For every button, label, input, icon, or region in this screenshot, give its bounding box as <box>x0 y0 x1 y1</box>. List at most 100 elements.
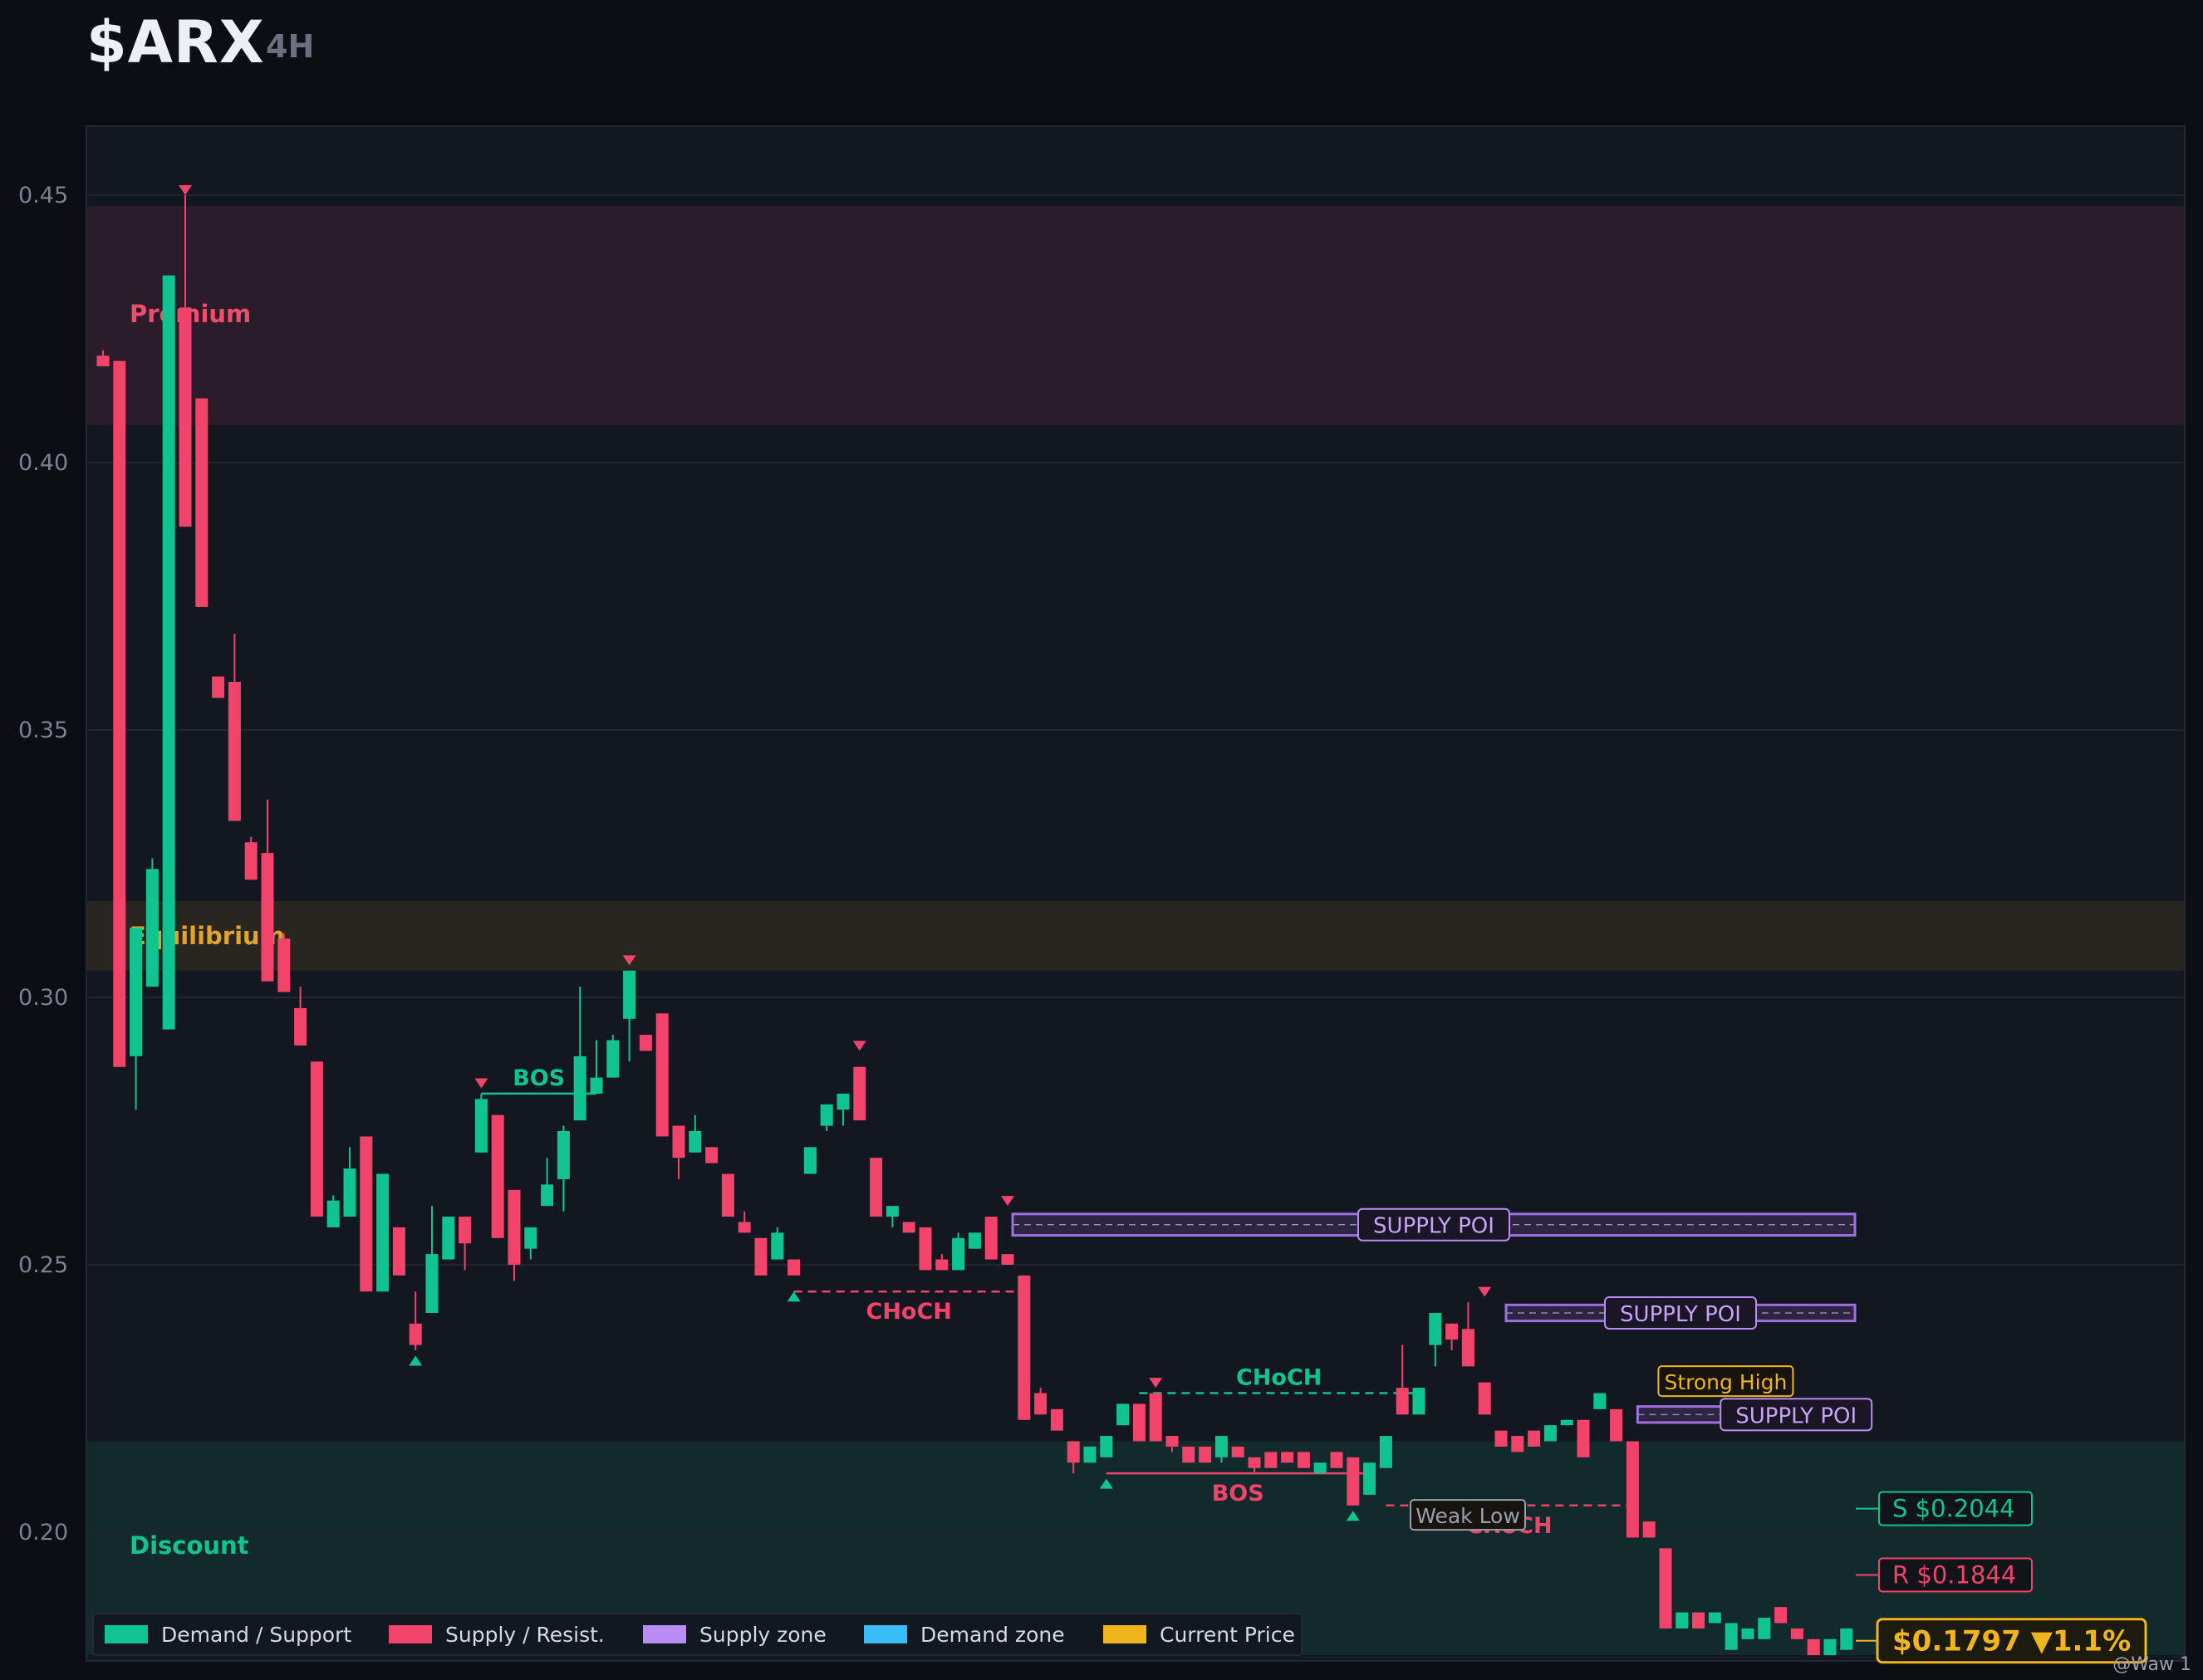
candle-body <box>803 1147 817 1174</box>
legend-label: Current Price <box>1160 1623 1295 1647</box>
candle-body <box>360 1136 373 1292</box>
structure-label-choch: CHoCH <box>1236 1365 1322 1391</box>
legend-swatch <box>643 1625 686 1643</box>
legend-label: Demand zone <box>920 1623 1065 1647</box>
candle-body <box>1659 1548 1672 1629</box>
candle-body <box>1790 1628 1803 1639</box>
legend-label: Demand / Support <box>161 1623 351 1647</box>
candlestick-chart: PremiumEquilibriumDiscount 0.200.250.300… <box>18 125 2186 1664</box>
y-tick-label: 0.35 <box>18 718 68 743</box>
candle-body <box>1297 1452 1310 1468</box>
candle-body <box>606 1040 620 1078</box>
candle-body <box>754 1237 768 1276</box>
candle-body <box>573 1056 586 1121</box>
candle-body <box>425 1254 439 1313</box>
candle-body <box>1741 1628 1754 1639</box>
candle-body <box>1149 1393 1162 1442</box>
candle-body <box>672 1125 685 1158</box>
candle-body <box>1725 1623 1738 1650</box>
candle-body <box>474 1099 488 1153</box>
price-tag-label: S $0.2044 <box>1892 1495 2015 1523</box>
candle-body <box>1264 1452 1278 1468</box>
supply-poi-label: SUPPLY POI <box>1373 1214 1494 1239</box>
current-price-label: $0.1797 ▼1.1% <box>1892 1625 2131 1658</box>
candle-body <box>1182 1446 1195 1463</box>
candle-body <box>96 355 110 367</box>
candle-body <box>1429 1312 1442 1345</box>
candle-body <box>1461 1329 1474 1367</box>
supply-poi-label: SUPPLY POI <box>1735 1403 1857 1428</box>
candle-body <box>1511 1436 1524 1452</box>
candle-body <box>1379 1436 1392 1468</box>
candle-body <box>1708 1612 1721 1624</box>
y-tick-label: 0.40 <box>18 450 68 476</box>
legend-swatch <box>864 1625 907 1643</box>
candle-body <box>179 307 192 527</box>
y-tick-label: 0.45 <box>18 183 68 208</box>
candle-body <box>130 928 143 1056</box>
candle-body <box>1347 1457 1360 1506</box>
structure-label-bos: BOS <box>1212 1481 1264 1506</box>
candle-body <box>409 1323 422 1345</box>
candle-body <box>1001 1254 1014 1265</box>
zone-label-discount: Discount <box>130 1531 249 1560</box>
candle-body <box>212 676 225 698</box>
candle-body <box>590 1077 603 1094</box>
candle-body <box>1626 1441 1639 1538</box>
candle-body <box>853 1066 866 1121</box>
y-tick-label: 0.20 <box>18 1520 68 1545</box>
candle-body <box>1034 1393 1048 1415</box>
candle-body <box>1330 1452 1343 1468</box>
candle-body <box>261 853 274 982</box>
candle-body <box>870 1158 883 1217</box>
swing-label: Strong High <box>1664 1370 1787 1394</box>
candle-body <box>1132 1403 1146 1442</box>
candle-body <box>1692 1612 1705 1629</box>
candle-body <box>1560 1419 1573 1426</box>
candle-body <box>837 1093 850 1110</box>
candle-body <box>984 1217 998 1260</box>
swing-label: Weak Low <box>1416 1504 1520 1528</box>
candle-body <box>524 1227 537 1249</box>
structure-label-bos: BOS <box>513 1065 565 1091</box>
legend-label: Supply zone <box>699 1623 827 1647</box>
candle-body <box>721 1173 734 1217</box>
candle-body <box>195 398 209 607</box>
candle-body <box>1050 1408 1063 1431</box>
candle-body <box>1199 1446 1212 1463</box>
candle-body <box>1528 1430 1541 1447</box>
candle-body <box>1214 1436 1228 1457</box>
candle-body <box>1248 1457 1261 1468</box>
candle-body <box>508 1189 521 1265</box>
candle-body <box>343 1168 356 1217</box>
candle-body <box>1083 1446 1097 1463</box>
candle-body <box>1281 1452 1294 1463</box>
candle-body <box>1100 1436 1113 1457</box>
y-tick-label: 0.30 <box>18 985 68 1011</box>
candle-body <box>1774 1607 1788 1624</box>
candle-body <box>919 1227 932 1271</box>
candle-body <box>541 1184 554 1207</box>
candle-body <box>244 842 258 880</box>
candle-body <box>294 1007 307 1046</box>
candle-body <box>902 1222 915 1233</box>
candle-body <box>639 1035 652 1051</box>
candle-body <box>1807 1638 1820 1656</box>
legend-swatch <box>1103 1625 1146 1643</box>
candle-body <box>145 869 159 987</box>
candle-body <box>557 1131 570 1179</box>
candle-body <box>1543 1425 1557 1442</box>
candle-body <box>820 1104 833 1126</box>
candle-body <box>1758 1618 1771 1639</box>
candle-body <box>113 360 126 1067</box>
candle-body <box>228 682 241 821</box>
candle-body <box>1676 1612 1689 1629</box>
candle-body <box>392 1227 405 1276</box>
candle-body <box>1445 1323 1459 1340</box>
candle-body <box>1642 1521 1656 1538</box>
candle-body <box>771 1232 784 1260</box>
candle-body <box>1577 1419 1590 1457</box>
candle-body <box>952 1237 965 1271</box>
watermark: @Waw 1 <box>2112 1654 2191 1675</box>
candle-body <box>1593 1393 1607 1409</box>
